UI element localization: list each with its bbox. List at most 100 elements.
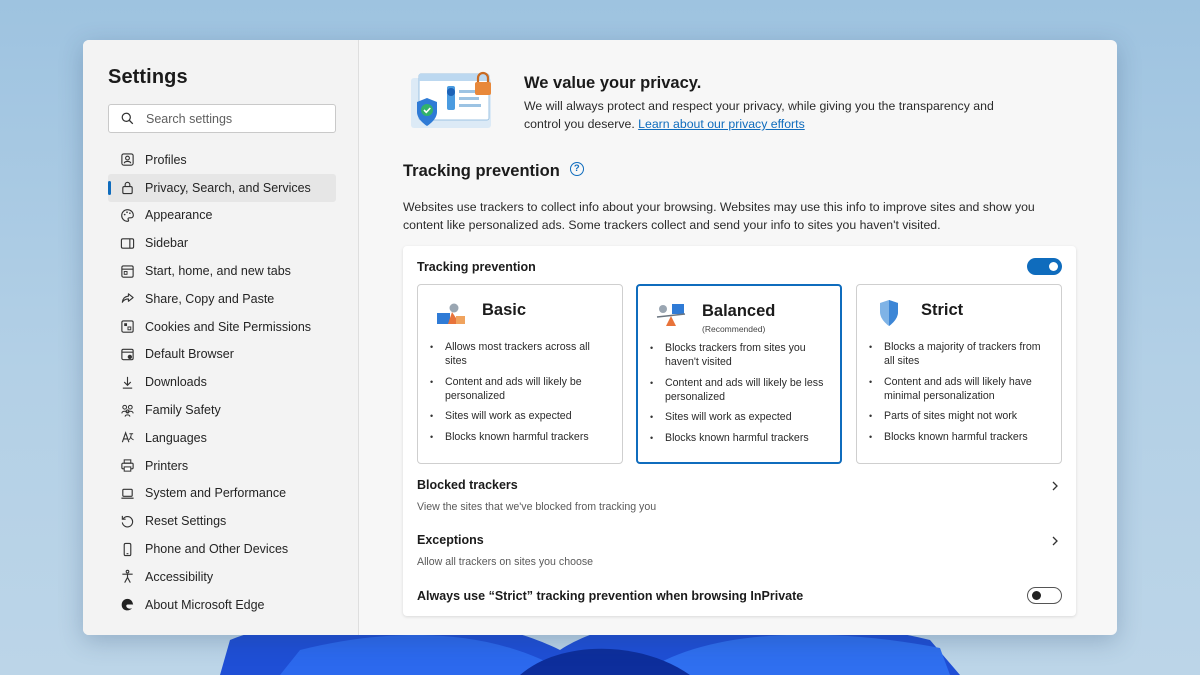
option-bullet: Blocks known harmful trackers <box>869 430 1049 444</box>
blocked-trackers-title: Blocked trackers <box>417 478 518 492</box>
sidebar-item-label: Default Browser <box>145 347 234 362</box>
option-bullet: Blocks trackers from sites you haven't v… <box>650 341 830 369</box>
languages-icon <box>119 430 135 446</box>
sidebar-item-label: Privacy, Search, and Services <box>145 180 311 195</box>
option-name: Balanced <box>702 302 776 320</box>
option-bullet: Content and ads will likely be personali… <box>430 375 610 403</box>
sidebar-item-about[interactable]: About Microsoft Edge <box>108 591 336 619</box>
option-bullet: Allows most trackers across all sites <box>430 340 610 368</box>
lock-icon <box>119 180 135 196</box>
sidebar-item-cookies[interactable]: Cookies and Site Permissions <box>108 313 336 341</box>
sidebar-item-profiles[interactable]: Profiles <box>108 146 336 174</box>
strict-shield-icon <box>880 300 898 326</box>
tracking-card-title: Tracking prevention <box>417 260 536 274</box>
option-bullet: Sites will work as expected <box>650 410 830 424</box>
option-bullet: Blocks known harmful trackers <box>430 430 610 444</box>
search-input[interactable] <box>146 111 326 126</box>
privacy-illustration-icon <box>411 71 491 128</box>
sidebar-item-accessibility[interactable]: Accessibility <box>108 563 336 591</box>
option-balanced[interactable]: Balanced (Recommended) Blocks trackers f… <box>636 284 842 464</box>
inprivate-strict-label: Always use “Strict” tracking prevention … <box>417 589 804 603</box>
home-tabs-icon <box>119 263 135 279</box>
option-name: Basic <box>482 301 527 319</box>
settings-title: Settings <box>108 66 188 88</box>
tracking-prevention-toggle[interactable] <box>1027 258 1062 275</box>
option-bullets: Blocks trackers from sites you haven't v… <box>650 341 830 451</box>
option-bullet: Sites will work as expected <box>430 409 610 423</box>
exceptions-title: Exceptions <box>417 533 484 547</box>
settings-main: We value your privacy. We will always pr… <box>359 40 1117 635</box>
privacy-efforts-link[interactable]: Learn about our privacy efforts <box>638 117 805 131</box>
sidebar-icon <box>119 235 135 251</box>
option-bullet: Blocks known harmful trackers <box>650 431 830 445</box>
blocked-trackers-subtitle: View the sites that we've blocked from t… <box>417 501 657 513</box>
inprivate-strict-toggle[interactable] <box>1027 587 1062 604</box>
sidebar-item-downloads[interactable]: Downloads <box>108 368 336 396</box>
sidebar-item-label: Share, Copy and Paste <box>145 291 275 306</box>
option-bullets: Blocks a majority of trackers from all s… <box>869 340 1049 450</box>
option-bullet: Content and ads will likely have minimal… <box>869 375 1049 403</box>
family-icon <box>119 402 135 418</box>
tracking-options: Basic Allows most trackers across all si… <box>417 284 1062 464</box>
sidebar-item-system[interactable]: System and Performance <box>108 480 336 508</box>
palette-icon <box>119 207 135 223</box>
sidebar-item-label: Printers <box>145 458 189 473</box>
sidebar-item-sidebar[interactable]: Sidebar <box>108 229 336 257</box>
option-name: Strict <box>921 301 964 319</box>
tracking-title-text: Tracking prevention <box>403 162 560 180</box>
sidebar-item-label: Languages <box>145 430 207 445</box>
sidebar-item-label: System and Performance <box>145 486 287 501</box>
sidebar-item-languages[interactable]: Languages <box>108 424 336 452</box>
chevron-right-icon <box>1052 481 1058 491</box>
balanced-level-icon <box>656 304 686 326</box>
tracking-section-title: Tracking prevention ? <box>403 161 584 181</box>
sidebar-item-printers[interactable]: Printers <box>108 452 336 480</box>
cookies-icon <box>119 319 135 335</box>
blocked-trackers-row[interactable]: Blocked trackers View the sites that we'… <box>417 478 1062 513</box>
sidebar-item-default-browser[interactable]: Default Browser <box>108 341 336 369</box>
settings-sidebar: Settings Profiles Privacy, Search, and S… <box>83 40 359 635</box>
option-bullets: Allows most trackers across all sites Co… <box>430 340 610 450</box>
option-basic[interactable]: Basic Allows most trackers across all si… <box>417 284 623 464</box>
sidebar-item-label: Appearance <box>145 208 213 223</box>
sidebar-item-share[interactable]: Share, Copy and Paste <box>108 285 336 313</box>
printer-icon <box>119 458 135 474</box>
sidebar-item-label: Accessibility <box>145 569 214 584</box>
sidebar-item-phone[interactable]: Phone and Other Devices <box>108 535 336 563</box>
inprivate-strict-row: Always use “Strict” tracking prevention … <box>417 589 1062 603</box>
sidebar-item-appearance[interactable]: Appearance <box>108 202 336 230</box>
option-bullet: Content and ads will likely be less pers… <box>650 376 830 404</box>
sidebar-item-label: About Microsoft Edge <box>145 597 265 612</box>
sidebar-item-label: Start, home, and new tabs <box>145 264 291 279</box>
phone-icon <box>119 541 135 557</box>
sidebar-item-family-safety[interactable]: Family Safety <box>108 396 336 424</box>
exceptions-row[interactable]: Exceptions Allow all trackers on sites y… <box>417 533 1062 568</box>
share-icon <box>119 291 135 307</box>
basic-level-icon <box>437 303 465 324</box>
sidebar-item-label: Family Safety <box>145 403 221 418</box>
sidebar-item-reset[interactable]: Reset Settings <box>108 507 336 535</box>
laptop-icon <box>119 485 135 501</box>
sidebar-item-label: Cookies and Site Permissions <box>145 319 312 334</box>
privacy-hero: We value your privacy. We will always pr… <box>403 64 1023 134</box>
settings-window: Settings Profiles Privacy, Search, and S… <box>83 40 1117 635</box>
accessibility-icon <box>119 569 135 585</box>
default-browser-icon <box>119 346 135 362</box>
sidebar-item-label: Profiles <box>145 152 187 167</box>
sidebar-item-start-home[interactable]: Start, home, and new tabs <box>108 257 336 285</box>
profile-icon <box>119 152 135 168</box>
sidebar-item-label: Phone and Other Devices <box>145 542 289 557</box>
option-strict[interactable]: Strict Blocks a majority of trackers fro… <box>856 284 1062 464</box>
sidebar-item-label: Reset Settings <box>145 514 227 529</box>
download-icon <box>119 374 135 390</box>
search-box[interactable] <box>108 104 336 133</box>
option-recommended-label: (Recommended) <box>702 324 766 334</box>
tracking-card: Tracking prevention Basic Allows most tr… <box>403 246 1076 616</box>
sidebar-item-label: Sidebar <box>145 236 189 251</box>
reset-icon <box>119 513 135 529</box>
hero-title: We value your privacy. <box>524 74 702 92</box>
sidebar-item-privacy[interactable]: Privacy, Search, and Services <box>108 173 336 202</box>
search-icon <box>121 112 134 125</box>
option-bullet: Parts of sites might not work <box>869 409 1049 423</box>
help-icon[interactable]: ? <box>569 161 584 176</box>
